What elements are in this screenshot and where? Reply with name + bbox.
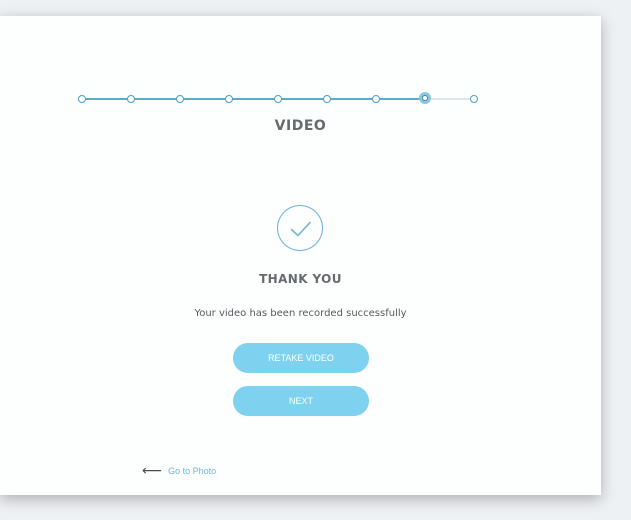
next-button[interactable]: NEXT bbox=[233, 386, 369, 416]
retake-video-button[interactable]: RETAKE VIDEO bbox=[233, 343, 369, 373]
progress-step bbox=[78, 95, 86, 103]
progress-step bbox=[225, 95, 233, 103]
progress-step bbox=[176, 95, 184, 103]
thank-you-heading: THANK YOU bbox=[259, 272, 342, 286]
checkmark-icon bbox=[277, 205, 323, 251]
step-progress-bar bbox=[78, 92, 478, 104]
progress-step bbox=[127, 95, 135, 103]
arrow-left-icon: ⟵ bbox=[142, 463, 163, 479]
success-message: Your video has been recorded successfull… bbox=[194, 308, 407, 319]
progress-step-current bbox=[419, 92, 431, 104]
progress-step bbox=[274, 95, 282, 103]
progress-step bbox=[470, 95, 478, 103]
go-to-photo-link[interactable]: ⟵ Go to Photo bbox=[142, 464, 216, 478]
go-to-photo-label: Go to Photo bbox=[168, 466, 217, 476]
step-card: VIDEO THANK YOU Your video has been reco… bbox=[0, 16, 601, 495]
progress-step bbox=[372, 95, 380, 103]
page-title: VIDEO bbox=[274, 118, 327, 134]
progress-step bbox=[323, 95, 331, 103]
